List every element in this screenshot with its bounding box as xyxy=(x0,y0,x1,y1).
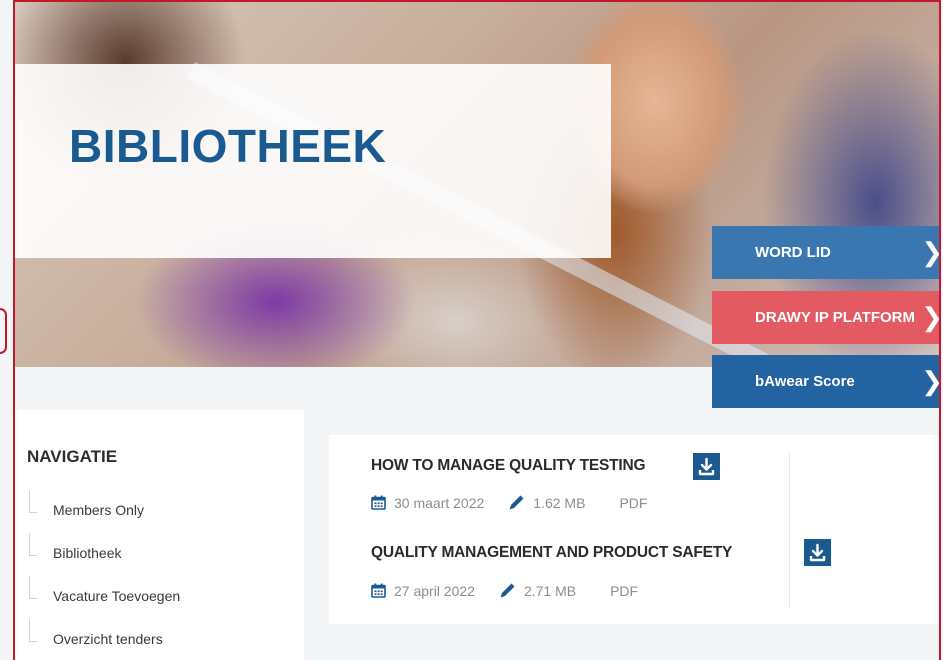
left-edge-marker xyxy=(0,308,7,354)
nav-item-vacature-toevoegen[interactable]: Vacature Toevoegen xyxy=(15,576,180,619)
file-list-card: HOW TO MANAGE QUALITY TESTING 30 maart 2… xyxy=(329,435,939,624)
chevron-right-icon: ❯ xyxy=(921,366,941,396)
nav-item-bibliotheek[interactable]: Bibliotheek xyxy=(15,533,180,576)
file-meta: 30 maart 2022 1.62 MB PDF xyxy=(371,494,647,511)
chevron-right-icon: ❯ xyxy=(921,237,941,267)
pencil-icon xyxy=(509,495,524,510)
file-date: 27 april 2022 xyxy=(394,582,475,599)
nav-item-overzicht-tenders[interactable]: Overzicht tenders xyxy=(15,619,180,660)
calendar-icon xyxy=(371,495,386,510)
file-title-link[interactable]: HOW TO MANAGE QUALITY TESTING xyxy=(371,457,646,475)
bawear-score-button[interactable]: bAwear Score ❯ xyxy=(712,355,941,408)
word-lid-label: WORD LID xyxy=(755,244,831,261)
download-icon xyxy=(698,457,715,476)
file-title-link[interactable]: QUALITY MANAGEMENT AND PRODUCT SAFETY xyxy=(371,544,732,562)
drawy-ip-platform-label: DRAWY IP PLATFORM xyxy=(755,309,916,326)
file-size: 1.62 MB xyxy=(533,494,586,511)
calendar-icon xyxy=(371,583,386,598)
navigation-list: Members Only Bibliotheek Vacature Toevoe… xyxy=(15,490,180,660)
file-type: PDF xyxy=(619,494,648,511)
column-divider xyxy=(789,453,790,607)
pencil-icon xyxy=(500,583,515,598)
file-size: 2.71 MB xyxy=(523,582,577,599)
drawy-ip-platform-button[interactable]: DRAWY IP PLATFORM ❯ xyxy=(712,291,941,344)
download-button[interactable] xyxy=(804,539,831,566)
chevron-right-icon: ❯ xyxy=(921,302,941,332)
download-button[interactable] xyxy=(693,453,720,480)
nav-item-members-only[interactable]: Members Only xyxy=(15,490,180,533)
navigation-card: NAVIGATIE Members Only Bibliotheek Vacat… xyxy=(15,410,304,660)
bawear-score-label: bAwear Score xyxy=(755,373,855,390)
file-date: 30 maart 2022 xyxy=(394,494,485,511)
page-frame: BIBLIOTHEEK WORD LID ❯ DRAWY IP PLATFORM… xyxy=(13,0,941,660)
navigation-title: NAVIGATIE xyxy=(27,447,118,466)
page-title: BIBLIOTHEEK xyxy=(69,120,387,172)
word-lid-button[interactable]: WORD LID ❯ xyxy=(712,226,941,279)
file-type: PDF xyxy=(610,582,639,599)
download-icon xyxy=(809,543,826,562)
file-meta: 27 april 2022 2.71 MB PDF xyxy=(371,582,638,599)
